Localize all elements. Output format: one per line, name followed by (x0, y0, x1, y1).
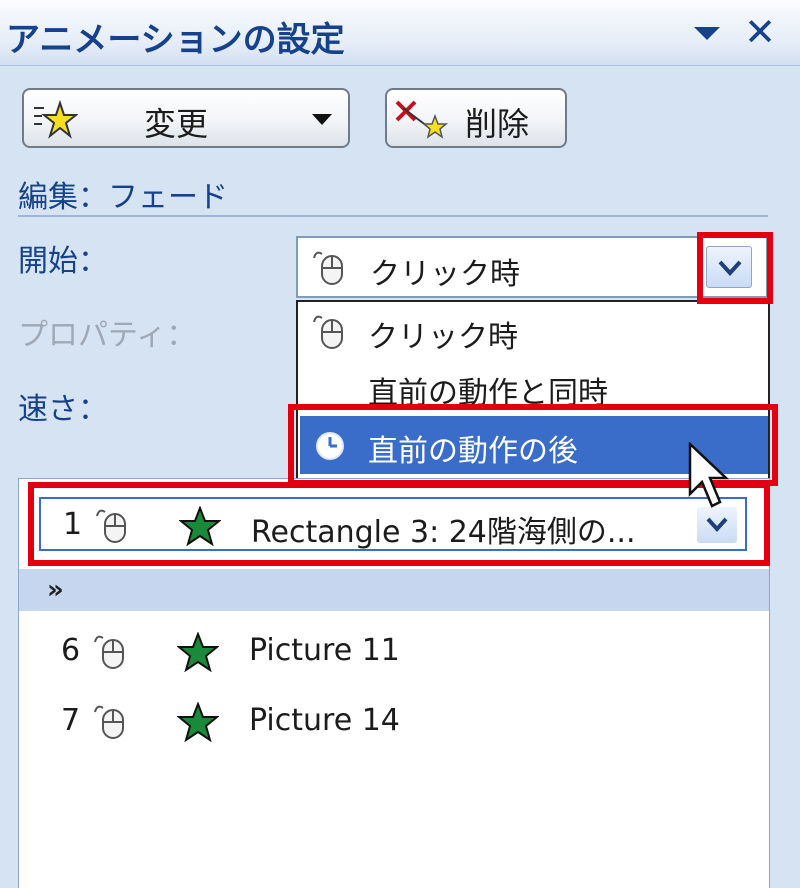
list-item[interactable]: 7 Picture 14 (39, 695, 747, 749)
star-icon (179, 506, 221, 546)
change-button-label: 変更 (144, 105, 209, 143)
item-number: 7 (61, 703, 81, 738)
mouse-icon (313, 251, 343, 285)
option-label: クリック時 (368, 320, 518, 355)
animation-list: 1 Rectangle 3: 24階海側の... » 6 Picture 11 … (18, 478, 770, 888)
remove-effect-icon (395, 100, 449, 139)
title-bar: アニメーションの設定 ✕ (0, 0, 800, 66)
pane-options-dropdown-icon[interactable] (690, 18, 724, 48)
expand-list-bar[interactable]: » (19, 569, 769, 611)
option-label: 直前の動作と同時 (368, 376, 608, 411)
item-number: 1 (63, 507, 83, 542)
edit-effect-heading: 編集：フェード (18, 180, 228, 215)
start-dropdown-button[interactable] (706, 246, 752, 288)
list-item[interactable]: 6 Picture 11 (39, 625, 747, 679)
change-effect-button[interactable]: 変更 (22, 88, 350, 148)
speed-label: 速さ： (18, 392, 108, 427)
chevron-down-icon (312, 114, 332, 125)
mouse-icon (313, 315, 343, 349)
close-icon[interactable]: ✕ (738, 10, 782, 54)
double-chevron-down-icon: » (47, 575, 64, 605)
pane-title: アニメーションの設定 (6, 20, 345, 60)
delete-effect-button[interactable]: 削除 (385, 88, 567, 148)
add-effect-star-icon (34, 100, 78, 139)
item-name: Rectangle 3: 24階海側の... (251, 515, 636, 550)
star-icon (177, 632, 219, 672)
start-option-with-previous[interactable]: 直前の動作と同時 (300, 358, 768, 416)
start-select[interactable]: クリック時 (296, 236, 768, 298)
custom-animation-pane: アニメーションの設定 ✕ 変更 削除 編集：フェード 開始： プロパティ： 速さ… (0, 0, 800, 888)
start-label: 開始： (18, 244, 108, 279)
mouse-cursor-icon (688, 442, 730, 508)
mouse-icon (94, 635, 124, 669)
start-select-value: クリック時 (370, 257, 520, 292)
chevron-down-icon (706, 517, 728, 532)
item-name: Picture 14 (249, 703, 400, 738)
item-dropdown-button[interactable] (697, 507, 737, 543)
chevron-down-icon (718, 260, 742, 276)
mouse-icon (94, 705, 124, 739)
mouse-icon (96, 509, 126, 543)
option-label: 直前の動作の後 (368, 434, 578, 469)
delete-button-label: 削除 (465, 105, 530, 143)
clock-icon (316, 432, 344, 460)
list-item[interactable]: 1 Rectangle 3: 24階海側の... (39, 497, 747, 551)
item-name: Picture 11 (249, 633, 400, 668)
start-option-on-click[interactable]: クリック時 (300, 302, 768, 360)
item-number: 6 (61, 633, 81, 668)
star-icon (177, 702, 219, 742)
property-label: プロパティ： (18, 318, 197, 353)
section-divider (18, 215, 768, 217)
